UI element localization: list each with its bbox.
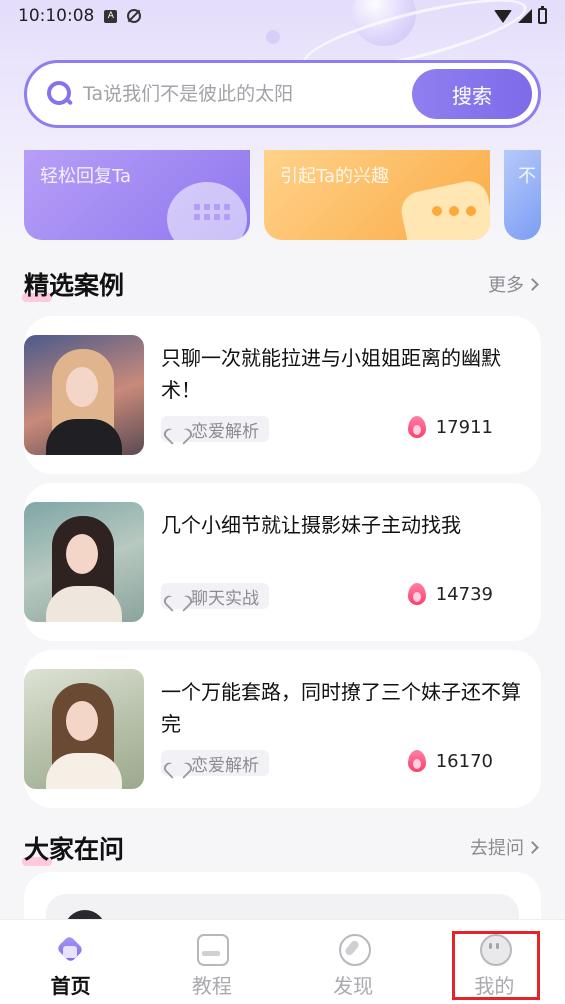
search-bar[interactable]: 搜索 xyxy=(24,60,541,128)
signal-icon xyxy=(518,9,532,23)
sync-off-icon xyxy=(127,9,142,23)
case-card[interactable]: 一个万能套路，同时撩了三个妹子还不算完 恋爱解析 16170 xyxy=(24,650,541,808)
bottom-tab-bar: 首页 教程 发现 我的 xyxy=(0,919,565,1004)
case-tag: 聊天实战 xyxy=(161,583,269,609)
tab-home[interactable]: 首页 xyxy=(0,920,141,1004)
heart-icon xyxy=(169,756,185,770)
tool-card-label: 引起Ta的兴趣 xyxy=(280,166,390,187)
case-tag: 恋爱解析 xyxy=(161,416,269,442)
hot-number: 14739 xyxy=(435,583,493,605)
hot-number: 17911 xyxy=(435,416,493,438)
case-tag-label: 恋爱解析 xyxy=(191,421,259,442)
wifi-icon xyxy=(494,9,512,23)
tool-card-label: 不 xyxy=(518,166,536,187)
case-title: 一个万能套路，同时撩了三个妹子还不算完 xyxy=(161,680,521,736)
notification-a-icon: A xyxy=(104,9,118,23)
tool-card-label: 轻松回复Ta xyxy=(40,166,132,187)
case-tag-label: 恋爱解析 xyxy=(191,755,259,776)
search-icon xyxy=(47,81,73,107)
case-card[interactable]: 只聊一次就能拉进与小姐姐距离的幽默术！ 恋爱解析 17911 xyxy=(24,316,541,474)
case-thumbnail xyxy=(24,669,144,789)
search-input[interactable] xyxy=(83,83,383,105)
case-thumbnail xyxy=(24,502,144,622)
flame-icon xyxy=(407,583,426,605)
tab-tutorial[interactable]: 教程 xyxy=(141,920,282,1004)
compass-icon xyxy=(337,932,371,966)
tool-card-reply[interactable]: 轻松回复Ta xyxy=(24,150,250,240)
heart-icon xyxy=(169,422,185,436)
tab-discover[interactable]: 发现 xyxy=(283,920,424,1004)
tool-card-partial[interactable]: 不 xyxy=(504,150,541,240)
tab-label: 我的 xyxy=(474,974,515,998)
tool-card-interest[interactable]: 引起Ta的兴趣 xyxy=(264,150,490,240)
book-icon xyxy=(195,932,230,966)
case-tag: 恋爱解析 xyxy=(161,750,269,776)
hot-count: 16170 xyxy=(407,750,493,772)
profile-icon xyxy=(478,932,512,966)
search-button[interactable]: 搜索 xyxy=(412,69,532,119)
battery-icon xyxy=(538,6,547,24)
tab-profile[interactable]: 我的 xyxy=(424,920,565,1004)
hot-number: 16170 xyxy=(435,750,493,772)
heart-icon xyxy=(169,589,185,603)
case-thumbnail xyxy=(24,335,144,455)
hot-count: 14739 xyxy=(407,583,493,605)
flame-icon xyxy=(407,750,426,772)
more-link[interactable]: 更多 xyxy=(488,271,537,297)
case-title: 几个小细节就让摄影妹子主动找我 xyxy=(161,513,461,537)
status-time: 10:10:08 xyxy=(18,6,95,26)
case-card[interactable]: 几个小细节就让摄影妹子主动找我 聊天实战 14739 xyxy=(24,483,541,641)
tab-label: 发现 xyxy=(333,974,374,998)
hot-count: 17911 xyxy=(407,416,493,438)
status-bar: 10:10:08 A xyxy=(0,0,565,32)
case-tag-label: 聊天实战 xyxy=(191,588,259,609)
case-title: 只聊一次就能拉进与小姐姐距离的幽默术！ xyxy=(161,346,501,402)
ask-question-link[interactable]: 去提问 xyxy=(470,834,537,860)
section-title-qa: 大家在问 xyxy=(21,830,124,866)
tab-label: 首页 xyxy=(50,974,91,998)
moon-decoration xyxy=(266,30,280,44)
tab-label: 教程 xyxy=(191,974,232,998)
home-icon xyxy=(54,932,86,964)
flame-icon xyxy=(407,416,426,438)
section-title-featured: 精选案例 xyxy=(21,266,124,302)
